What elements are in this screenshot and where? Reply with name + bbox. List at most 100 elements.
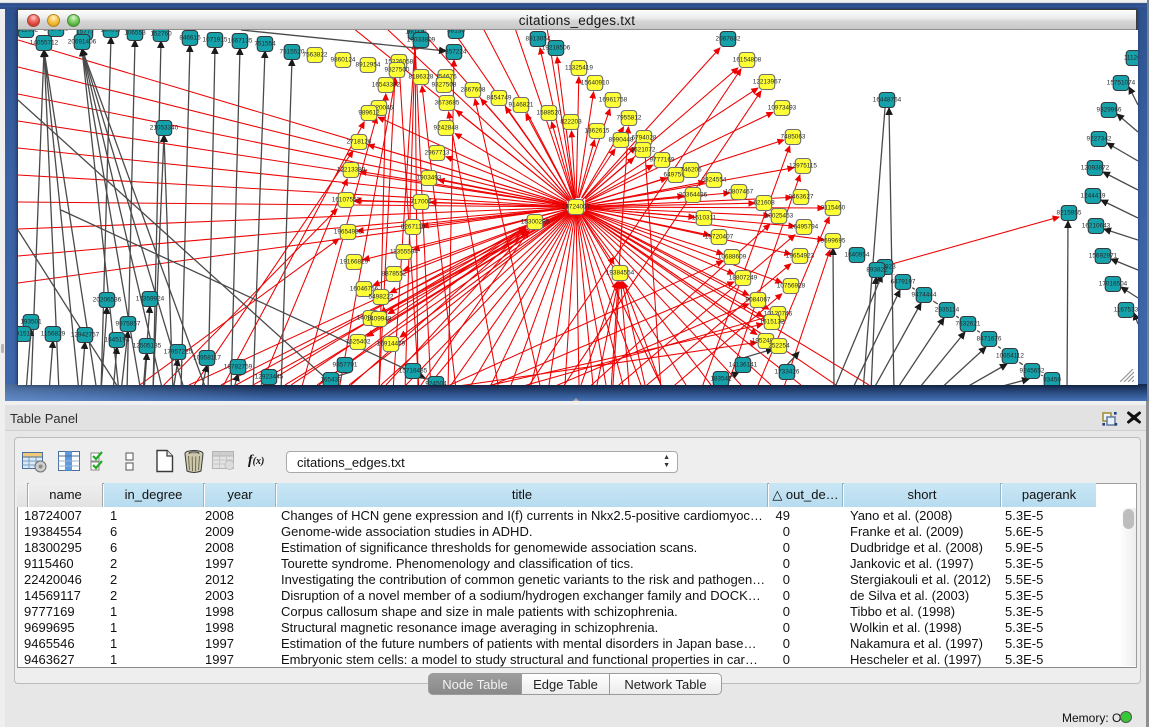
svg-text:11325419: 11325419 [565, 65, 593, 72]
svg-text:5498222: 5498222 [369, 294, 394, 301]
svg-text:252254: 252254 [768, 343, 790, 350]
svg-text:2935114: 2935114 [935, 307, 960, 314]
svg-text:1667135: 1667135 [228, 38, 253, 45]
svg-text:16448764: 16448764 [873, 97, 902, 104]
svg-text:7563822: 7563822 [303, 52, 328, 59]
svg-text:17957225: 17957225 [164, 349, 193, 356]
svg-text:1510311: 1510311 [692, 215, 717, 222]
svg-text:7632621: 7632621 [956, 321, 981, 328]
svg-text:20364436: 20364436 [679, 192, 708, 199]
svg-text:9115460: 9115460 [821, 205, 846, 212]
svg-text:165433: 165433 [320, 377, 342, 384]
svg-text:8186328: 8186328 [409, 74, 434, 81]
svg-text:3824554: 3824554 [702, 177, 727, 184]
svg-text:183542: 183542 [710, 376, 732, 383]
svg-text:15751074: 15751074 [1107, 80, 1136, 87]
svg-text:15720407: 15720407 [705, 234, 734, 241]
svg-text:8990448: 8990448 [609, 137, 634, 144]
svg-text:746206: 746206 [680, 167, 702, 174]
svg-text:19218506: 19218506 [542, 45, 571, 52]
svg-text:12505135: 12505135 [133, 343, 162, 350]
svg-text:16961758: 16961758 [599, 97, 628, 104]
svg-text:893822: 893822 [866, 267, 888, 274]
svg-text:12923445: 12923445 [255, 374, 284, 381]
svg-text:15692971: 15692971 [1089, 253, 1118, 260]
svg-text:12942757: 12942757 [71, 332, 100, 339]
svg-text:16107553: 16107553 [332, 197, 361, 204]
svg-text:8454749: 8454749 [487, 95, 512, 102]
svg-text:2718126: 2718126 [347, 139, 372, 146]
svg-text:10025453: 10025453 [765, 213, 794, 220]
svg-text:10688609: 10688609 [718, 254, 747, 261]
svg-text:9699695: 9699695 [821, 238, 846, 245]
svg-text:9245652: 9245652 [1020, 368, 1045, 375]
svg-text:17016504: 17016504 [1099, 281, 1128, 288]
svg-text:9242848: 9242848 [434, 125, 459, 132]
svg-text:193501: 193501 [20, 319, 42, 326]
svg-text:18724007: 18724007 [562, 204, 591, 211]
svg-text:1411632: 1411632 [18, 30, 39, 34]
svg-text:822203: 822203 [560, 119, 582, 126]
svg-text:9329966: 9329966 [1097, 107, 1122, 114]
svg-text:88130: 88130 [447, 30, 465, 35]
svg-text:8215955: 8215955 [1057, 210, 1082, 217]
svg-text:11355594: 11355594 [390, 249, 418, 256]
svg-text:3673685: 3673685 [435, 100, 460, 107]
svg-text:2087682: 2087682 [716, 36, 741, 43]
svg-text:14136141: 14136141 [729, 362, 758, 369]
svg-text:16495794: 16495794 [790, 224, 819, 231]
svg-text:8813054: 8813054 [526, 36, 551, 43]
svg-text:1409948: 1409948 [367, 316, 392, 323]
svg-text:7955812: 7955812 [617, 115, 642, 122]
svg-text:9857791: 9857791 [333, 362, 358, 369]
svg-text:10973493: 10973493 [768, 105, 797, 112]
svg-text:16154808: 16154808 [733, 57, 762, 64]
svg-text:7357224: 7357224 [442, 49, 467, 56]
svg-text:19384554: 19384554 [606, 270, 635, 277]
svg-text:7515520: 7515520 [280, 49, 305, 56]
svg-text:9227342: 9227342 [1087, 136, 1112, 143]
svg-text:8878552: 8878552 [382, 271, 407, 278]
svg-text:106553: 106553 [124, 30, 146, 37]
svg-text:15716485: 15716485 [399, 368, 428, 375]
svg-text:17359924: 17359924 [136, 296, 165, 303]
svg-text:9860124: 9860124 [331, 57, 356, 64]
svg-text:16782759: 16782759 [224, 364, 253, 371]
svg-text:9975857: 9975857 [116, 321, 141, 328]
svg-text:1621072: 1621072 [631, 147, 656, 154]
svg-text:10807467: 10807467 [725, 189, 754, 196]
svg-text:14055712: 14055712 [30, 40, 59, 47]
svg-text:12213389: 12213389 [337, 167, 366, 174]
svg-text:18807249: 18807249 [729, 275, 758, 282]
svg-text:6794028: 6794028 [632, 135, 657, 142]
svg-text:19166829: 19166829 [340, 259, 369, 266]
svg-text:20206536: 20206536 [93, 297, 122, 304]
svg-text:9146821: 9146821 [509, 102, 534, 109]
svg-text:19654923: 19654923 [786, 253, 815, 260]
svg-text:9084067: 9084067 [746, 297, 771, 304]
svg-text:717006: 717006 [410, 199, 432, 206]
svg-text:1615132: 1615132 [760, 319, 785, 326]
svg-text:924504: 924504 [425, 381, 447, 386]
svg-text:1640954: 1640954 [845, 252, 870, 259]
svg-text:1167533: 1167533 [1114, 307, 1138, 314]
svg-text:989612: 989612 [358, 110, 380, 117]
svg-text:1362615: 1362615 [585, 128, 610, 135]
svg-text:9463627: 9463627 [789, 194, 814, 201]
svg-text:12975115: 12975115 [789, 163, 817, 170]
svg-text:751554: 751554 [254, 41, 276, 48]
svg-text:8471676: 8471676 [977, 336, 1002, 343]
svg-text:16543382: 16543382 [372, 82, 401, 89]
svg-text:10756928: 10756928 [777, 283, 806, 290]
svg-text:16914479: 16914479 [377, 341, 406, 348]
svg-text:7485063: 7485063 [781, 134, 806, 141]
svg-text:180517: 180517 [100, 30, 122, 34]
svg-text:9327500: 9327500 [385, 67, 410, 74]
svg-text:391514: 391514 [18, 331, 34, 338]
svg-text:20691406: 20691406 [68, 39, 97, 46]
svg-text:9777169: 9777169 [650, 157, 675, 164]
svg-text:10958117: 10958117 [193, 355, 221, 362]
svg-text:2017145: 2017145 [44, 30, 69, 33]
svg-text:9327508: 9327508 [432, 82, 457, 89]
svg-text:1071915: 1071915 [203, 37, 228, 44]
